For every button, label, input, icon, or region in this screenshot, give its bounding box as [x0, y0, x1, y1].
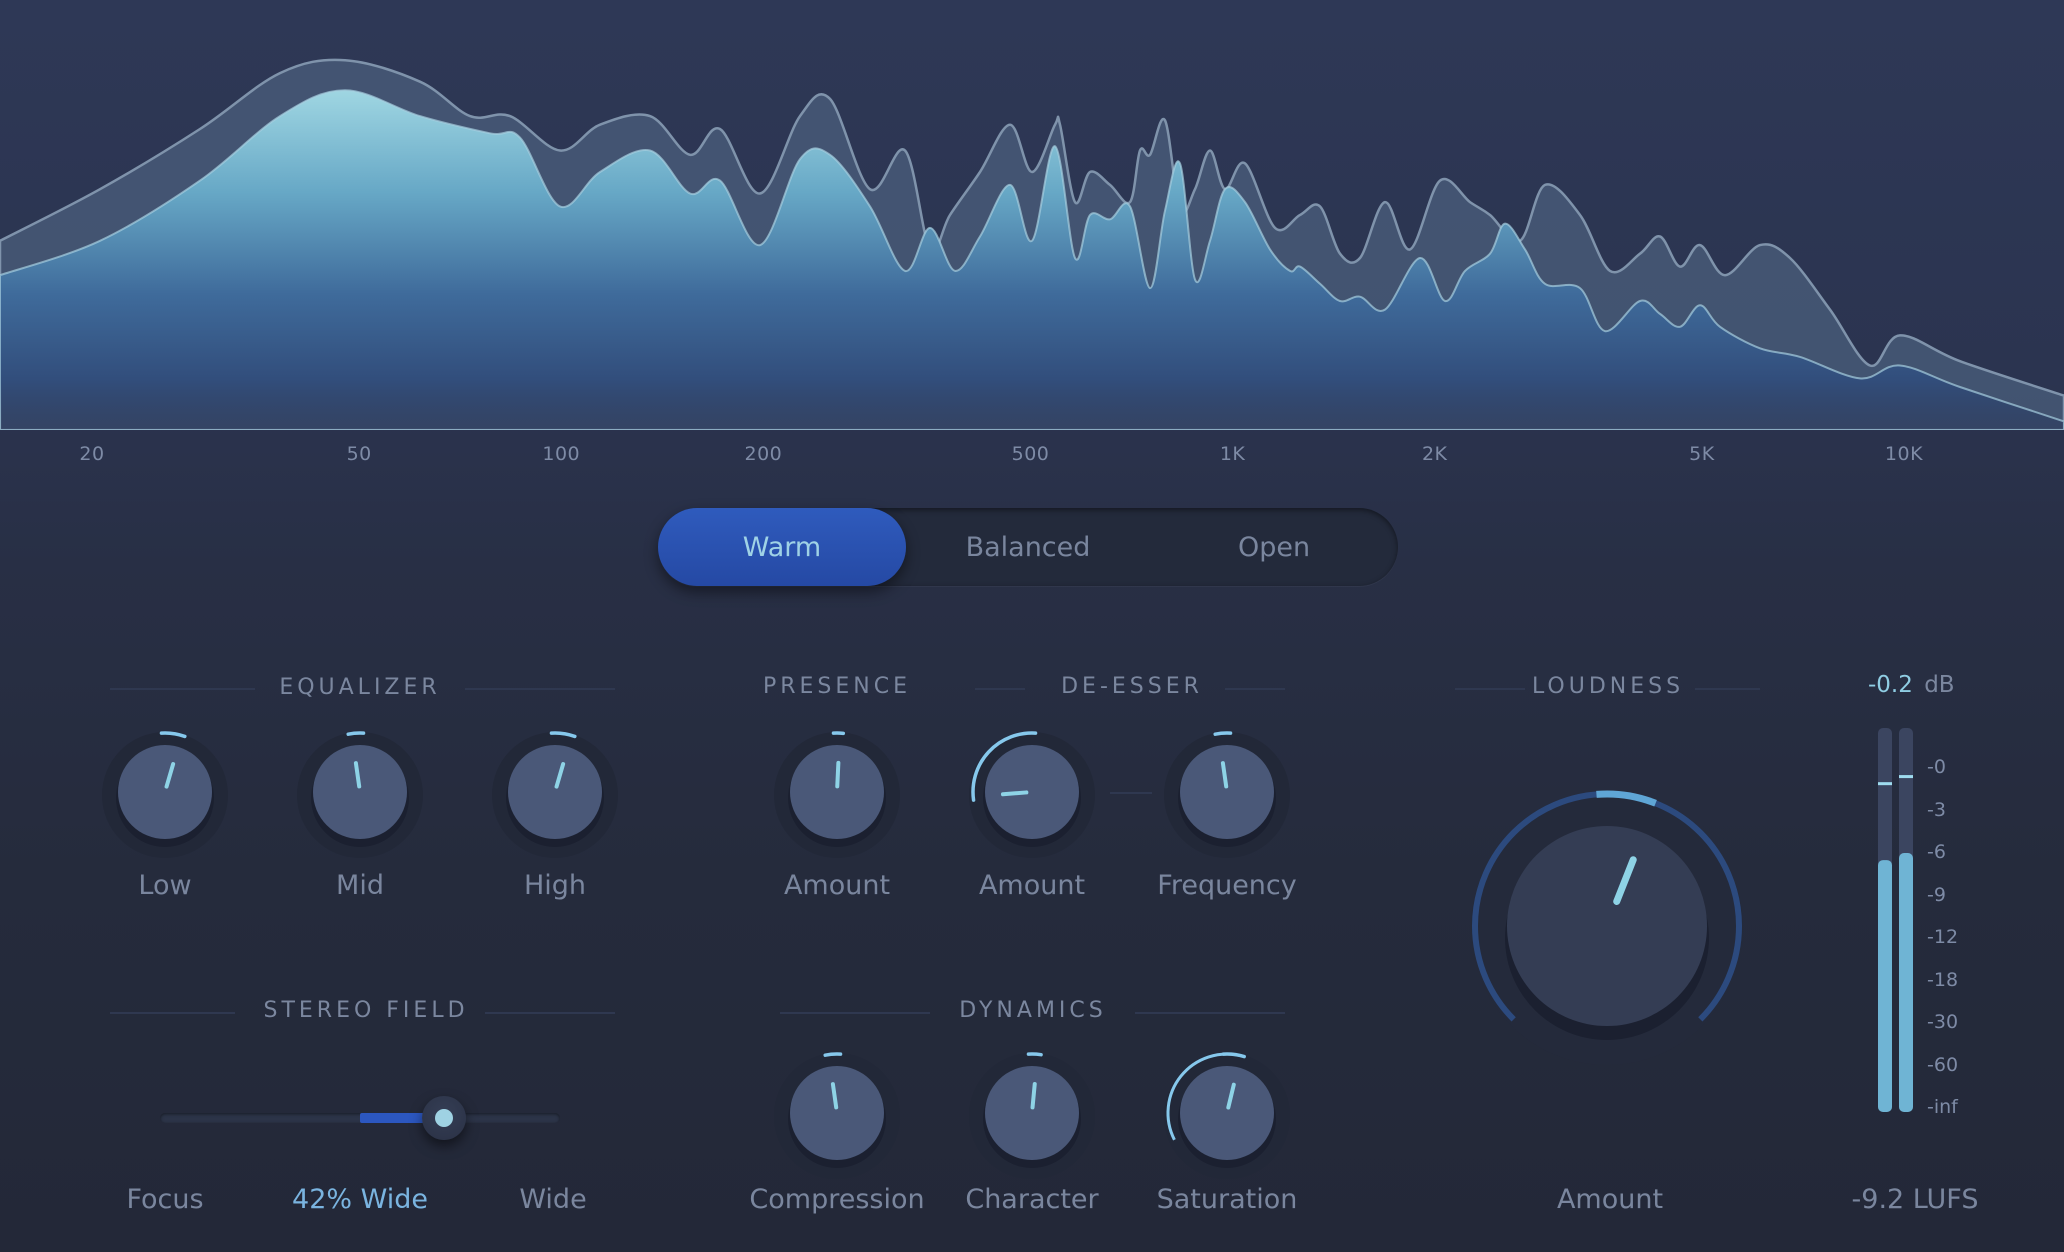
- divider: [485, 1012, 615, 1014]
- loudness-title: LOUDNESS: [1532, 674, 1684, 699]
- meter-scale-label: -6: [1927, 841, 1946, 863]
- de-esser-frequency-knob[interactable]: [1157, 722, 1297, 862]
- compression-knob[interactable]: [767, 1043, 907, 1183]
- meter-left-level: [1878, 860, 1892, 1112]
- stereo-width-value: 42% Wide: [292, 1184, 428, 1215]
- de-esser-amount-knob[interactable]: [962, 722, 1102, 862]
- loudness-amount-label: Amount: [1557, 1184, 1663, 1215]
- knob-pointer: [1003, 792, 1026, 794]
- knob-body: [1180, 745, 1274, 839]
- meter-scale-label: -30: [1927, 1011, 1958, 1033]
- dynamics-title: DYNAMICS: [959, 998, 1106, 1023]
- saturation-knob[interactable]: [1157, 1043, 1297, 1183]
- meter-left-peak-hold: [1878, 782, 1892, 785]
- knob-body: [118, 745, 212, 839]
- wide-label: Wide: [519, 1184, 586, 1215]
- freq-tick-label: 20: [79, 443, 104, 465]
- freq-tick-label: 10K: [1885, 443, 1923, 465]
- spectrum-analyzer: [0, 0, 2064, 430]
- divider: [1455, 688, 1525, 690]
- presence-title: PRESENCE: [763, 674, 911, 699]
- freq-tick-label: 1K: [1220, 443, 1246, 465]
- knob-body: [985, 745, 1079, 839]
- divider: [780, 1012, 930, 1014]
- de-esser-title: DE-ESSER: [1061, 674, 1203, 699]
- knob-value-arc: [825, 1054, 840, 1055]
- divider: [1225, 688, 1285, 690]
- peak-value: -0.2: [1868, 672, 1913, 698]
- divider: [110, 688, 255, 690]
- knob-body: [1180, 1066, 1274, 1160]
- meter-right-level: [1899, 853, 1913, 1112]
- link-line: [1110, 792, 1152, 794]
- divider: [1135, 1012, 1285, 1014]
- tab-balanced[interactable]: Balanced: [904, 508, 1152, 586]
- eq-high-knob[interactable]: [485, 722, 625, 862]
- divider: [110, 1012, 235, 1014]
- meter-scale-label: -60: [1927, 1054, 1958, 1076]
- meter-scale-label: -inf: [1927, 1096, 1958, 1118]
- knob-pointer: [1033, 1084, 1035, 1107]
- tab-open[interactable]: Open: [1150, 508, 1398, 586]
- character-label: Character: [965, 1184, 1098, 1215]
- stereo-field-title: STEREO FIELD: [263, 998, 468, 1023]
- character-knob[interactable]: [962, 1043, 1102, 1183]
- tab-warm[interactable]: Warm: [658, 508, 906, 586]
- meter-scale-label: -12: [1927, 926, 1958, 948]
- presence-amount-knob[interactable]: [767, 722, 907, 862]
- knob-value-arc: [1028, 1054, 1041, 1055]
- de-esser-frequency-label: Frequency: [1157, 870, 1296, 901]
- stereo-width-slider-thumb[interactable]: [422, 1096, 466, 1140]
- eq-high-label: High: [524, 870, 586, 901]
- loudness-amount-knob[interactable]: [1447, 766, 1767, 1086]
- knob-body: [985, 1066, 1079, 1160]
- meter-right-peak-hold: [1899, 775, 1913, 778]
- knob-body: [313, 745, 407, 839]
- character-selector: Warm Balanced Open: [658, 508, 1398, 586]
- eq-mid-label: Mid: [336, 870, 384, 901]
- peak-unit: dB: [1924, 672, 1954, 698]
- eq-mid-knob[interactable]: [290, 722, 430, 862]
- meter-scale-label: -3: [1927, 799, 1946, 821]
- knob-body: [790, 1066, 884, 1160]
- meter-scale-label: -18: [1927, 969, 1958, 991]
- meter-scale-label: -0: [1927, 756, 1946, 778]
- divider: [465, 688, 615, 690]
- divider: [1695, 688, 1760, 690]
- freq-tick-label: 200: [744, 443, 782, 465]
- freq-tick-label: 5K: [1689, 443, 1715, 465]
- equalizer-title: EQUALIZER: [279, 675, 440, 700]
- lufs-readout: -9.2 LUFS: [1852, 1184, 1979, 1215]
- freq-tick-label: 2K: [1422, 443, 1448, 465]
- saturation-label: Saturation: [1157, 1184, 1298, 1215]
- output-meter: [1878, 728, 1918, 1113]
- compression-label: Compression: [749, 1184, 924, 1215]
- meter-scale-label: -9: [1927, 884, 1946, 906]
- slider-thumb-dot: [435, 1109, 453, 1127]
- focus-label: Focus: [126, 1184, 203, 1215]
- de-esser-amount-label: Amount: [979, 870, 1085, 901]
- stereo-width-slider-fill: [360, 1113, 430, 1123]
- knob-pointer: [837, 763, 838, 786]
- freq-tick-label: 500: [1012, 443, 1050, 465]
- knob-value-arc: [348, 733, 363, 734]
- freq-tick-label: 50: [347, 443, 372, 465]
- divider: [975, 688, 1025, 690]
- presence-amount-label: Amount: [784, 870, 890, 901]
- eq-low-knob[interactable]: [95, 722, 235, 862]
- knob-body: [508, 745, 602, 839]
- eq-low-label: Low: [138, 870, 191, 901]
- peak-readout: -0.2 dB: [1868, 672, 1955, 698]
- freq-tick-label: 100: [542, 443, 580, 465]
- knob-body: [1507, 826, 1707, 1026]
- knob-body: [790, 745, 884, 839]
- knob-value-arc: [1215, 733, 1230, 734]
